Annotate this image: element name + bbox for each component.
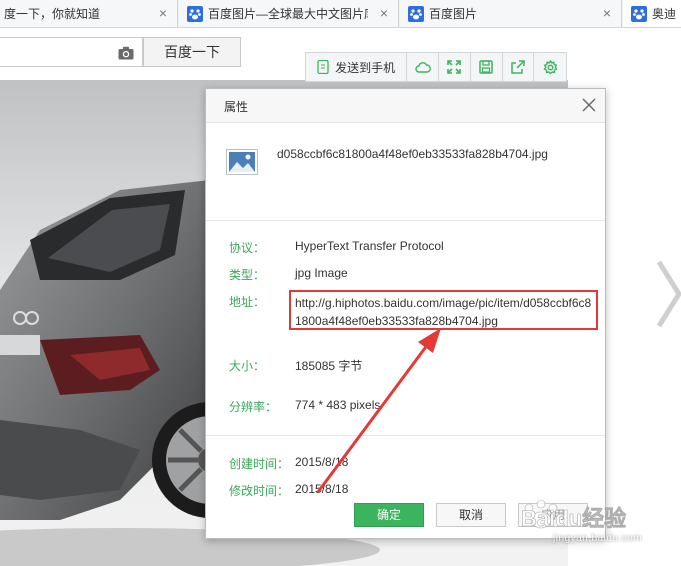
ok-button[interactable]: 确定 [354,503,424,527]
size-value: 185085 字节 [295,359,363,373]
baidu-paw-icon [631,5,647,22]
gear-icon [543,59,558,74]
baidu-paw-icon [187,5,203,22]
resolution-label: 分辨率： [229,400,278,414]
protocol-label: 协议： [229,241,266,255]
tab-audi[interactable]: 奥迪 [623,0,681,27]
tab-label: 奥迪 [652,7,677,21]
protocol-value: HyperText Transfer Protocol [295,239,444,253]
apply-button[interactable]: 应用 [518,503,588,527]
settings-button[interactable] [534,53,566,81]
type-label: 类型： [229,268,266,282]
watermark-url: jingyan.baidu.com [553,533,643,544]
created-time-label: 创建时间： [229,457,290,471]
image-toolbar: 发送到手机 [305,52,567,82]
save-icon [479,60,493,74]
tab-close-icon[interactable]: × [600,6,614,20]
expand-icon [447,60,462,74]
cloud-icon [414,62,431,73]
close-icon[interactable] [582,98,596,112]
modified-time-value: 2015/8/18 [295,482,349,496]
address-label: 地址： [229,295,266,309]
next-image-arrow-icon[interactable] [655,258,681,330]
camera-icon[interactable] [118,46,134,60]
tab-label: 度一下，你就知道 [4,7,101,21]
tab-bar: 度一下，你就知道 × 百度图片—全球最大中文图片库 × 百度图片 × 奥迪 [0,0,681,28]
search-button[interactable]: 百度一下 [143,37,241,67]
tab-label: 百度图片 [429,7,478,21]
cancel-button[interactable]: 取消 [436,503,506,527]
tab-baidu-search[interactable]: 度一下，你就知道 × [0,0,178,27]
baidu-paw-icon [408,5,424,22]
tab-baidu-images[interactable]: 百度图片 × [400,0,622,27]
save-button[interactable] [471,53,503,81]
tab-close-icon[interactable]: × [377,6,391,20]
send-to-phone-button[interactable]: 发送到手机 [306,53,408,81]
image-file-icon [226,149,258,175]
size-label: 大小： [229,359,266,373]
file-name: d058ccbf6c81800a4f48ef0eb33533fa828b4704… [277,147,548,161]
divider [206,220,605,221]
tab-baidu-images-home[interactable]: 百度图片—全球最大中文图片库 × [179,0,399,27]
address-value[interactable]: http://g.hiphotos.baidu.com/image/pic/it… [295,294,595,330]
phone-icon [317,60,329,74]
dialog-title: 属性 [224,100,249,114]
tab-close-icon[interactable]: × [156,6,170,20]
share-icon [511,60,525,74]
send-to-phone-label: 发送到手机 [335,60,396,75]
resolution-value: 774 * 483 pixels [295,398,381,412]
divider [206,435,605,436]
dialog-header: 属性 [206,89,605,123]
created-time-value: 2015/8/18 [295,455,349,469]
modified-time-label: 修改时间： [229,484,290,498]
properties-dialog: 属性 d058ccbf6c81800a4f48ef0eb33533fa828b4… [205,88,606,539]
tab-label: 百度图片—全球最大中文图片库 [208,7,368,21]
fullscreen-button[interactable] [439,53,471,81]
type-value: jpg Image [295,266,348,280]
cloud-save-button[interactable] [407,53,439,81]
share-button[interactable] [503,53,535,81]
